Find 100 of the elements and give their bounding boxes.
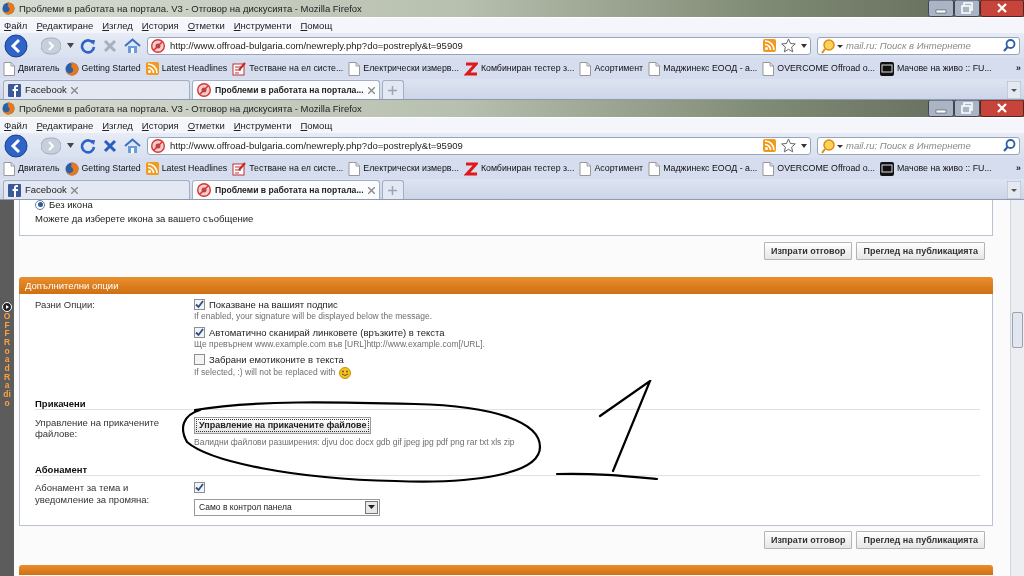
window-title: Проблеми в работата на портала. V3 - Отговор на дискусията - Mozilla Firefox	[19, 102, 362, 115]
bookmark-link[interactable]: Latest Headlines	[161, 63, 228, 74]
browser-tab[interactable]: Facebook	[3, 80, 190, 99]
menu-item[interactable]: Отметки	[187, 19, 225, 32]
form-button[interactable]: Изпрати отговор	[763, 242, 853, 260]
reload-icon[interactable]	[80, 37, 96, 54]
search-engine-icon[interactable]	[821, 37, 843, 54]
bookmark-link[interactable]: Асортимент	[594, 163, 644, 174]
bookmark-link[interactable]: Мачове на живо :: FU...	[896, 63, 992, 74]
search-field[interactable]: mail.ru: Поиск в Интернете	[846, 39, 1000, 52]
checklist-icon	[232, 61, 247, 76]
menu-item[interactable]: Изглед	[102, 119, 133, 132]
bookmark-link[interactable]: Асортимент	[594, 63, 644, 74]
maximize-icon[interactable]	[954, 0, 980, 17]
section-header: Допълнителни опции	[19, 277, 993, 294]
bookmark-link[interactable]: OVERCOME Offroad о...	[777, 163, 875, 174]
search-engine-icon[interactable]	[821, 137, 843, 154]
search-icon[interactable]	[1003, 39, 1016, 52]
radio-label: Без икона	[49, 200, 93, 211]
field-label: Абонамент за тема и уведомление за промяна:	[35, 482, 151, 507]
caret-icon[interactable]	[801, 43, 807, 48]
menu-item[interactable]: Отметки	[187, 119, 225, 132]
checkbox[interactable]	[194, 482, 205, 494]
menu-item[interactable]: Файл	[4, 119, 28, 132]
page-icon	[579, 61, 592, 76]
facebook-icon	[8, 183, 21, 197]
hint-text: Валидни файлови разширения: djvu doc docx gdb gif jpeg jpg pdf png rar txt xls zip	[194, 436, 515, 447]
star-icon[interactable]	[781, 38, 796, 53]
manage-attachments-button[interactable]: Управление на прикачените файлове	[194, 416, 372, 434]
menu-item[interactable]: Изглед	[102, 19, 133, 32]
bookmark-link[interactable]: Getting Started	[81, 63, 141, 74]
form-button[interactable]: Преглед на публикацията	[856, 530, 985, 549]
home-icon[interactable]	[124, 37, 141, 54]
page-icon	[579, 161, 592, 176]
search-bar[interactable]: mail.ru: Поиск в Интернете	[817, 36, 1020, 55]
stop-icon[interactable]	[102, 137, 118, 154]
section-subheading: Прикачени	[35, 397, 86, 409]
bookmark-link[interactable]: Мачове на живо :: FU...	[896, 163, 992, 174]
menu-item[interactable]: История	[141, 19, 179, 32]
play-icon[interactable]	[2, 302, 12, 312]
bookmark-link[interactable]: Getting Started	[81, 163, 141, 174]
menu-item[interactable]: Редактиране	[36, 19, 94, 32]
minimize-icon[interactable]	[928, 100, 954, 117]
checkbox[interactable]	[194, 299, 205, 311]
no-entry-icon	[151, 38, 165, 53]
radio-button[interactable]	[35, 200, 45, 210]
bookmark-link[interactable]: Тестване на ел систе...	[249, 63, 344, 74]
menu-item[interactable]: Помощ	[300, 19, 333, 32]
browser-tab[interactable]: Проблеми в работата на портала...	[192, 80, 380, 99]
bookmark-link[interactable]: Маджинекс ЕООД - а...	[663, 63, 758, 74]
more-bookmarks-button[interactable]: »	[1016, 63, 1021, 74]
maximize-icon[interactable]	[954, 100, 980, 117]
browser-tab[interactable]: Facebook	[3, 180, 190, 199]
menu-item[interactable]: История	[141, 119, 179, 132]
bookmark-link[interactable]: Електрически измерв...	[363, 63, 459, 74]
no-entry-icon	[151, 138, 165, 153]
bookmark-link[interactable]: Маджинекс ЕООД - а...	[663, 163, 758, 174]
caret-icon[interactable]	[67, 43, 74, 48]
bookmark-link[interactable]: Комбиниран тестер з...	[480, 63, 575, 74]
bookmark-link[interactable]: Latest Headlines	[161, 163, 228, 174]
form-button[interactable]: Изпрати отговор	[763, 530, 853, 549]
more-bookmarks-button[interactable]: »	[1016, 163, 1021, 174]
search-bar[interactable]: mail.ru: Поиск в Интернете	[817, 136, 1020, 155]
checkbox[interactable]	[194, 326, 205, 338]
plus-icon	[388, 85, 398, 95]
bookmark-link[interactable]: Двигатель	[18, 163, 60, 174]
close-icon[interactable]	[980, 100, 1024, 117]
checkbox[interactable]	[194, 354, 205, 366]
dropdown[interactable]: Само в контрол панела	[194, 498, 380, 516]
tab-list-icon[interactable]	[1007, 81, 1021, 99]
tab-list-icon[interactable]	[1007, 181, 1021, 199]
close-icon[interactable]	[980, 0, 1024, 17]
caret-icon[interactable]	[801, 143, 807, 148]
bookmark-link[interactable]: Електрически измерв...	[363, 163, 459, 174]
form-button[interactable]: Преглед на публикацията	[856, 242, 985, 260]
url-field[interactable]: http://www.offroad-bulgaria.com/newreply.php?do=postreply&t=95909	[147, 136, 811, 155]
scrollbar[interactable]	[1010, 200, 1024, 576]
menu-item[interactable]: Инструменти	[233, 119, 292, 132]
browser-tab[interactable]: Проблеми в работата на портала...	[192, 180, 380, 199]
reload-icon[interactable]	[80, 137, 96, 154]
url-field[interactable]: http://www.offroad-bulgaria.com/newreply.php?do=postreply&t=95909	[147, 36, 811, 55]
menu-item[interactable]: Помощ	[300, 119, 333, 132]
minimize-icon[interactable]	[928, 0, 954, 17]
star-icon[interactable]	[781, 138, 796, 153]
menu-item[interactable]: Файл	[4, 19, 28, 32]
search-icon[interactable]	[1003, 139, 1016, 152]
menu-item[interactable]: Инструменти	[233, 19, 292, 32]
bookmark-link[interactable]: Комбиниран тестер з...	[480, 163, 575, 174]
bookmark-link[interactable]: Тестване на ел систе...	[249, 163, 344, 174]
checklist-icon	[232, 161, 247, 176]
hint-text: Ще превърнем www.example.com във [URL]http://www.example.com[/URL].	[194, 338, 485, 350]
field-label: Разни Опции:	[35, 299, 96, 312]
rss-icon	[763, 39, 776, 52]
menu-item[interactable]: Редактиране	[36, 119, 94, 132]
caret-icon[interactable]	[67, 143, 74, 148]
hint-text: Можете да изберете икона за вашето съобщение	[35, 213, 255, 225]
bookmark-link[interactable]: Двигатель	[18, 63, 60, 74]
home-icon[interactable]	[124, 137, 141, 154]
search-field[interactable]: mail.ru: Поиск в Интернете	[846, 139, 1000, 152]
bookmark-link[interactable]: OVERCOME Offroad о...	[777, 63, 875, 74]
